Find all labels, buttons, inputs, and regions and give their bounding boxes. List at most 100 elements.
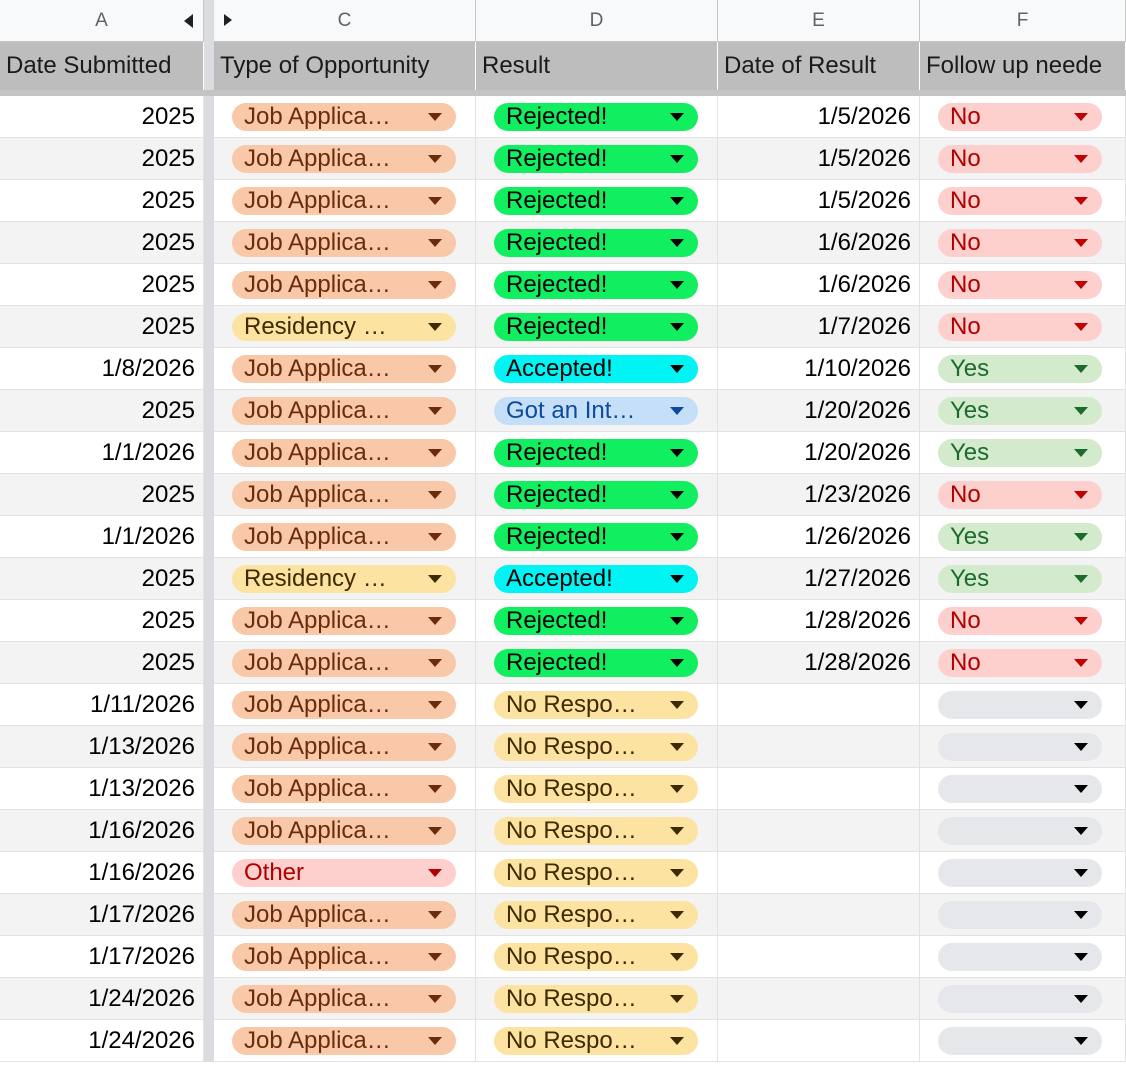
- cell-date-submitted[interactable]: 2025: [0, 390, 204, 432]
- follow-up-dropdown-chip[interactable]: [938, 732, 1102, 761]
- result-dropdown-chip[interactable]: No Respo…: [494, 774, 698, 803]
- result-dropdown-chip[interactable]: Rejected!: [494, 648, 698, 677]
- type-dropdown-chip[interactable]: Job Applica…: [232, 186, 456, 215]
- dropdown-arrow-icon[interactable]: [428, 700, 442, 709]
- cell-follow-up[interactable]: No: [920, 138, 1126, 180]
- result-dropdown-chip[interactable]: No Respo…: [494, 858, 698, 887]
- cell-date-of-result[interactable]: 1/23/2026: [718, 474, 920, 516]
- dropdown-arrow-icon[interactable]: [428, 616, 442, 625]
- type-dropdown-chip[interactable]: Residency …: [232, 564, 456, 593]
- dropdown-arrow-icon[interactable]: [428, 406, 442, 415]
- cell-follow-up[interactable]: [920, 852, 1126, 894]
- cell-follow-up[interactable]: No: [920, 474, 1126, 516]
- follow-up-dropdown-chip[interactable]: [938, 942, 1102, 971]
- follow-up-dropdown-chip[interactable]: No: [938, 480, 1102, 509]
- type-dropdown-chip[interactable]: Job Applica…: [232, 1026, 456, 1055]
- type-dropdown-chip[interactable]: Job Applica…: [232, 732, 456, 761]
- cell-date-of-result[interactable]: [718, 852, 920, 894]
- cell-date-submitted[interactable]: 2025: [0, 138, 204, 180]
- follow-up-dropdown-chip[interactable]: [938, 858, 1102, 887]
- cell-result[interactable]: Rejected!: [476, 432, 718, 474]
- expand-right-arrow-icon[interactable]: [224, 14, 232, 26]
- dropdown-arrow-icon[interactable]: [1074, 154, 1088, 163]
- cell-date-of-result[interactable]: 1/5/2026: [718, 96, 920, 138]
- cell-follow-up[interactable]: No: [920, 600, 1126, 642]
- cell-type-of-opportunity[interactable]: Job Applica…: [214, 768, 476, 810]
- cell-type-of-opportunity[interactable]: Residency …: [214, 558, 476, 600]
- type-dropdown-chip[interactable]: Job Applica…: [232, 900, 456, 929]
- dropdown-arrow-icon[interactable]: [670, 910, 684, 919]
- cell-date-submitted[interactable]: 1/17/2026: [0, 894, 204, 936]
- cell-date-submitted[interactable]: 1/1/2026: [0, 432, 204, 474]
- cell-result[interactable]: No Respo…: [476, 852, 718, 894]
- cell-follow-up[interactable]: Yes: [920, 348, 1126, 390]
- cell-date-submitted[interactable]: 1/24/2026: [0, 1020, 204, 1062]
- header-date-submitted[interactable]: Date Submitted: [0, 42, 204, 90]
- dropdown-arrow-icon[interactable]: [428, 364, 442, 373]
- cell-follow-up[interactable]: No: [920, 264, 1126, 306]
- dropdown-arrow-icon[interactable]: [1074, 952, 1088, 961]
- dropdown-arrow-icon[interactable]: [428, 658, 442, 667]
- cell-result[interactable]: Got an Int…: [476, 390, 718, 432]
- cell-result[interactable]: No Respo…: [476, 726, 718, 768]
- result-dropdown-chip[interactable]: No Respo…: [494, 900, 698, 929]
- dropdown-arrow-icon[interactable]: [428, 784, 442, 793]
- cell-follow-up[interactable]: No: [920, 306, 1126, 348]
- cell-date-submitted[interactable]: 2025: [0, 600, 204, 642]
- dropdown-arrow-icon[interactable]: [428, 574, 442, 583]
- cell-result[interactable]: No Respo…: [476, 684, 718, 726]
- dropdown-arrow-icon[interactable]: [670, 574, 684, 583]
- dropdown-arrow-icon[interactable]: [670, 994, 684, 1003]
- dropdown-arrow-icon[interactable]: [428, 448, 442, 457]
- cell-follow-up[interactable]: No: [920, 96, 1126, 138]
- cell-date-of-result[interactable]: 1/20/2026: [718, 432, 920, 474]
- dropdown-arrow-icon[interactable]: [1074, 448, 1088, 457]
- dropdown-arrow-icon[interactable]: [1074, 784, 1088, 793]
- cell-result[interactable]: Accepted!: [476, 558, 718, 600]
- cell-date-submitted[interactable]: 1/16/2026: [0, 810, 204, 852]
- dropdown-arrow-icon[interactable]: [1074, 658, 1088, 667]
- result-dropdown-chip[interactable]: Rejected!: [494, 144, 698, 173]
- follow-up-dropdown-chip[interactable]: [938, 900, 1102, 929]
- column-header-f[interactable]: F: [920, 0, 1126, 42]
- dropdown-arrow-icon[interactable]: [1074, 994, 1088, 1003]
- cell-follow-up[interactable]: [920, 978, 1126, 1020]
- dropdown-arrow-icon[interactable]: [670, 742, 684, 751]
- dropdown-arrow-icon[interactable]: [428, 490, 442, 499]
- cell-result[interactable]: No Respo…: [476, 894, 718, 936]
- result-dropdown-chip[interactable]: No Respo…: [494, 1026, 698, 1055]
- follow-up-dropdown-chip[interactable]: [938, 690, 1102, 719]
- cell-date-submitted[interactable]: 2025: [0, 96, 204, 138]
- type-dropdown-chip[interactable]: Job Applica…: [232, 480, 456, 509]
- cell-date-of-result[interactable]: [718, 936, 920, 978]
- dropdown-arrow-icon[interactable]: [428, 1036, 442, 1045]
- column-header-c[interactable]: C: [214, 0, 476, 42]
- cell-date-submitted[interactable]: 2025: [0, 180, 204, 222]
- dropdown-arrow-icon[interactable]: [670, 490, 684, 499]
- cell-date-submitted[interactable]: 2025: [0, 474, 204, 516]
- result-dropdown-chip[interactable]: Accepted!: [494, 564, 698, 593]
- dropdown-arrow-icon[interactable]: [428, 280, 442, 289]
- cell-date-of-result[interactable]: [718, 894, 920, 936]
- cell-date-submitted[interactable]: 2025: [0, 222, 204, 264]
- cell-type-of-opportunity[interactable]: Job Applica…: [214, 516, 476, 558]
- cell-follow-up[interactable]: [920, 936, 1126, 978]
- cell-date-submitted[interactable]: 2025: [0, 264, 204, 306]
- cell-type-of-opportunity[interactable]: Job Applica…: [214, 432, 476, 474]
- type-dropdown-chip[interactable]: Job Applica…: [232, 816, 456, 845]
- dropdown-arrow-icon[interactable]: [1074, 574, 1088, 583]
- cell-type-of-opportunity[interactable]: Residency …: [214, 306, 476, 348]
- type-dropdown-chip[interactable]: Residency …: [232, 312, 456, 341]
- follow-up-dropdown-chip[interactable]: No: [938, 312, 1102, 341]
- dropdown-arrow-icon[interactable]: [670, 658, 684, 667]
- dropdown-arrow-icon[interactable]: [1074, 196, 1088, 205]
- cell-result[interactable]: Rejected!: [476, 642, 718, 684]
- dropdown-arrow-icon[interactable]: [670, 1036, 684, 1045]
- cell-type-of-opportunity[interactable]: Job Applica…: [214, 810, 476, 852]
- cell-date-of-result[interactable]: 1/28/2026: [718, 642, 920, 684]
- follow-up-dropdown-chip[interactable]: Yes: [938, 396, 1102, 425]
- dropdown-arrow-icon[interactable]: [670, 154, 684, 163]
- cell-result[interactable]: No Respo…: [476, 810, 718, 852]
- cell-result[interactable]: Rejected!: [476, 600, 718, 642]
- dropdown-arrow-icon[interactable]: [428, 868, 442, 877]
